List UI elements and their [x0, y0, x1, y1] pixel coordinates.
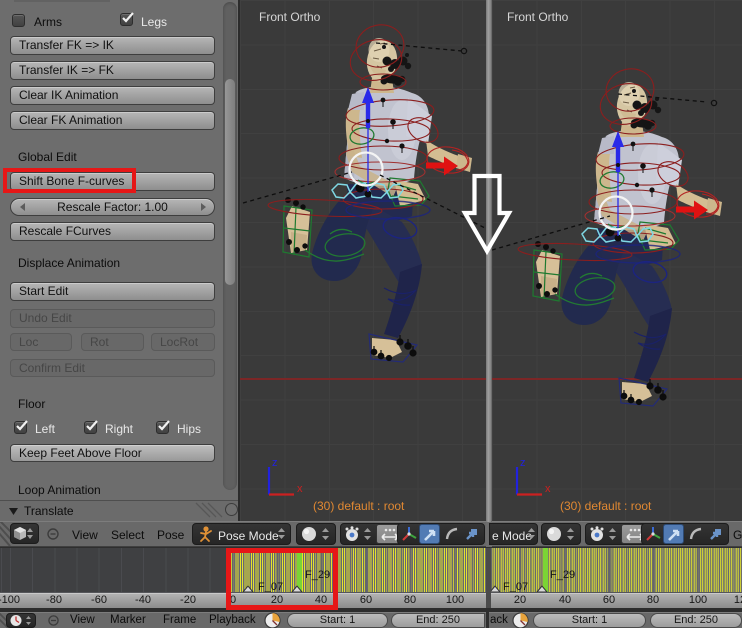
- svg-text:x: x: [545, 483, 551, 495]
- svg-text:z: z: [272, 457, 278, 469]
- svg-text:z: z: [520, 457, 526, 469]
- svg-text:x: x: [297, 483, 303, 495]
